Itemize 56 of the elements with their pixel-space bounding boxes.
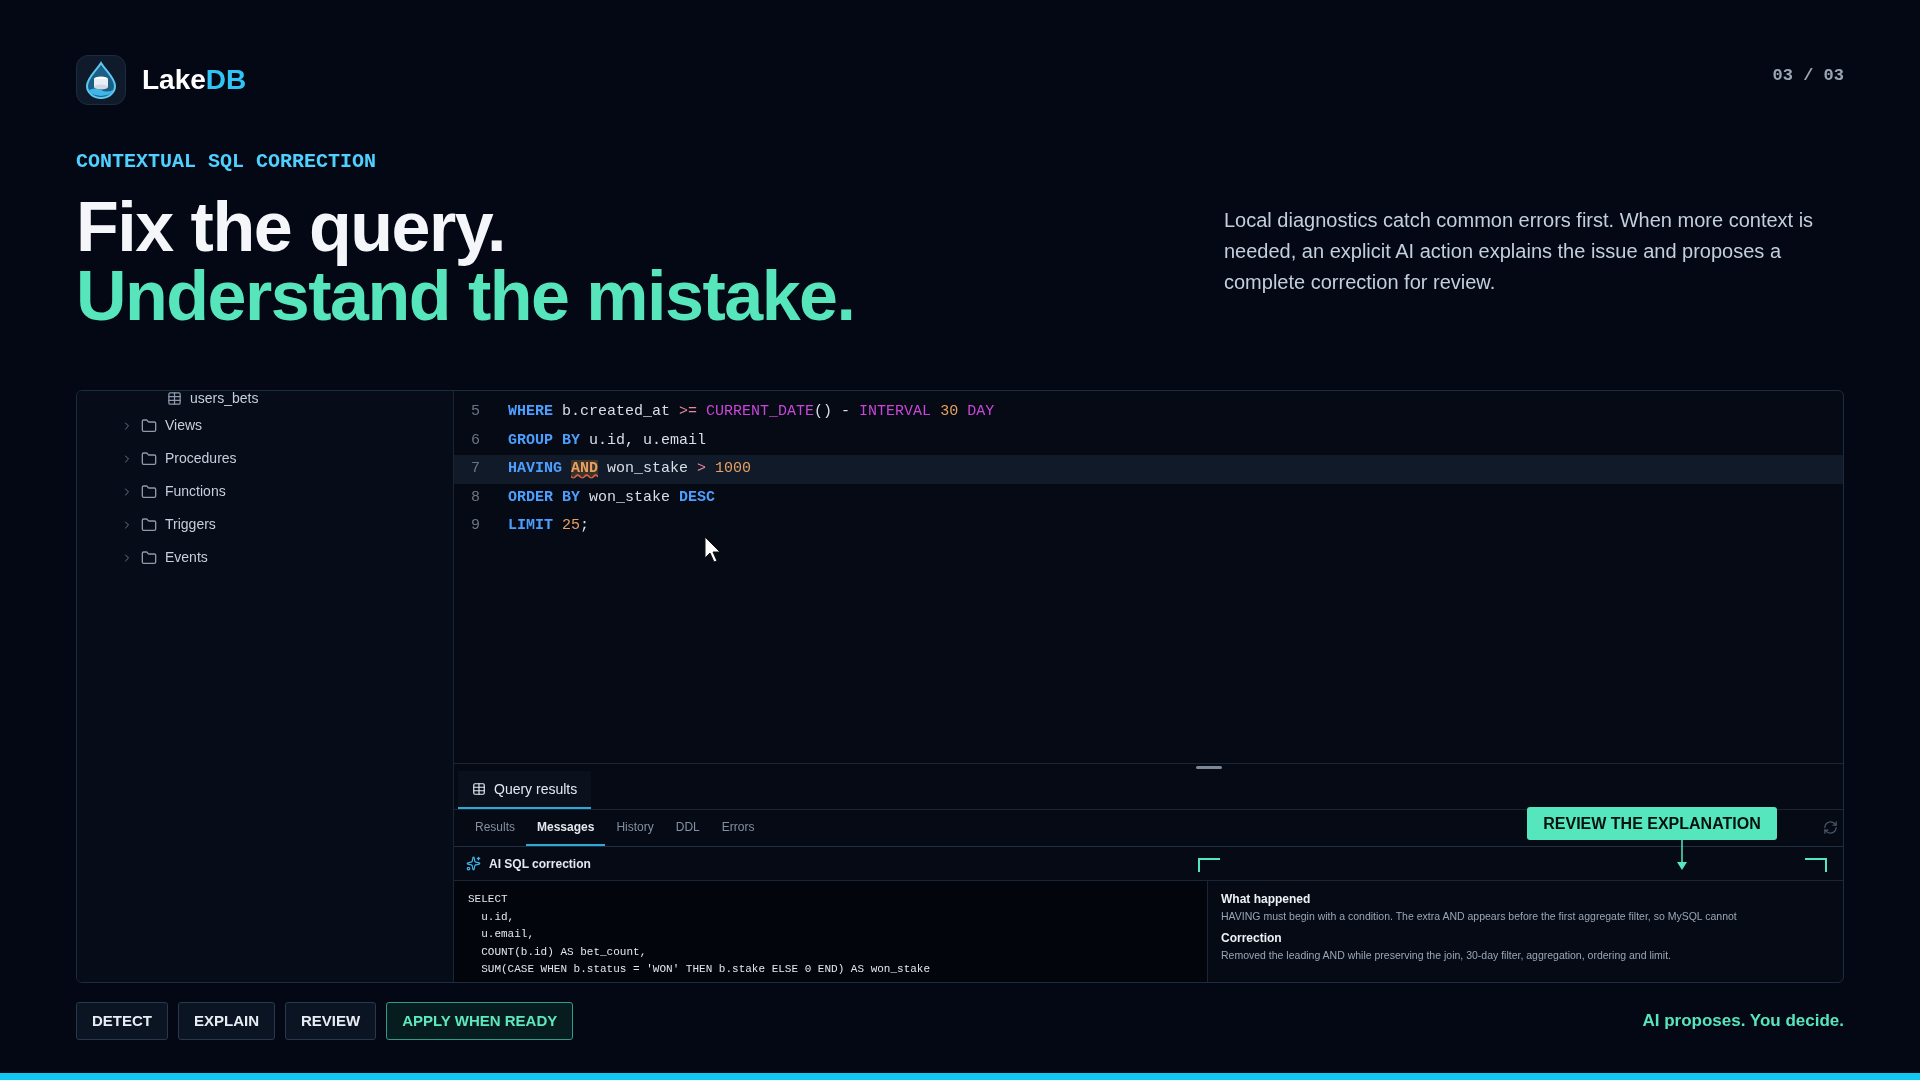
line-number: 7 xyxy=(470,459,480,479)
tree-item[interactable]: users_bets xyxy=(167,391,259,409)
resize-handle[interactable] xyxy=(1196,766,1222,769)
sql-line: COUNT(b.id) AS bet_count, xyxy=(480,944,647,960)
sparkle-icon xyxy=(466,856,481,871)
code-line: ORDER BY won_stake DESC xyxy=(508,487,716,508)
explanation-heading: What happened xyxy=(1221,891,1311,908)
panel-tab[interactable]: Query results xyxy=(458,771,592,809)
step-button[interactable]: DETECT xyxy=(76,1002,168,1040)
arrow-icon xyxy=(1676,840,1688,870)
tree-item[interactable]: Views xyxy=(121,409,203,442)
step-button[interactable]: EXPLAIN xyxy=(178,1002,275,1040)
folder-icon xyxy=(141,516,157,533)
intro-paragraph: Local diagnostics catch common errors first. When more context is needed, an explicit AI action explains the issue and proposes a complete correction for review. xyxy=(1224,208,1815,295)
line-number: 8 xyxy=(470,487,480,508)
code-line: GROUP BY u.id, u.email xyxy=(508,430,707,451)
code-line: LIMIT 25; xyxy=(508,516,590,536)
sql-line: u.email, xyxy=(480,927,534,942)
folder-icon xyxy=(141,483,157,500)
line-number: 6 xyxy=(470,430,480,451)
tagline: AI proposes. You decide. xyxy=(1642,1010,1844,1033)
corner-bracket xyxy=(1805,858,1827,872)
logo-icon xyxy=(76,55,126,105)
folder-icon xyxy=(141,549,157,566)
results-tab[interactable]: Results xyxy=(464,810,526,846)
step-button[interactable]: REVIEW xyxy=(285,1002,377,1040)
refresh-icon[interactable] xyxy=(1823,820,1838,835)
tree-item[interactable]: Functions xyxy=(121,475,226,508)
step-button[interactable]: APPLY WHEN READY xyxy=(386,1002,574,1040)
explanation-text: HAVING must begin with a condition. The extra AND appears before the first aggregate filter, so MySQL cannot xyxy=(1221,909,1737,924)
folder-icon xyxy=(141,417,157,434)
callout-label: REVIEW THE EXPLANATION xyxy=(1527,807,1777,840)
results-tab[interactable]: History xyxy=(605,810,665,846)
line-number: 5 xyxy=(470,402,480,422)
folder-icon xyxy=(141,450,157,467)
corner-bracket xyxy=(1198,858,1220,872)
code-line: WHERE b.created_at >= CURRENT_DATE() - INTERVAL 30 DAY xyxy=(508,402,995,422)
table-icon xyxy=(472,782,486,796)
tree-item[interactable]: Events xyxy=(121,541,208,574)
tree-item[interactable]: Procedures xyxy=(121,442,237,475)
sql-line: u.id, xyxy=(480,909,515,925)
table-icon xyxy=(167,391,182,406)
line-number: 9 xyxy=(470,516,480,536)
eyebrow-label: CONTEXTUAL SQL CORRECTION xyxy=(76,150,377,174)
results-tab[interactable]: Errors xyxy=(710,810,766,846)
code-line: HAVING AND won_stake > 1000 xyxy=(508,459,752,479)
tree-item[interactable]: Triggers xyxy=(121,508,216,541)
correction-title: AI SQL correction xyxy=(489,855,591,873)
results-tab[interactable]: Messages xyxy=(526,810,606,846)
results-tab[interactable]: DDL xyxy=(664,810,711,846)
explanation-text: Removed the leading AND while preserving the join, 30-day filter, aggregation, ordering and limit. xyxy=(1221,948,1671,963)
explanation-heading: Correction xyxy=(1221,930,1282,947)
page-counter: 03 / 03 xyxy=(1772,65,1844,87)
sql-line: SELECT xyxy=(468,892,508,907)
sql-line: SUM(CASE WHEN b.status = 'WON' THEN b.stake ELSE 0 END) AS won_stake xyxy=(480,962,931,977)
brand-name: LakeDB xyxy=(142,63,247,97)
